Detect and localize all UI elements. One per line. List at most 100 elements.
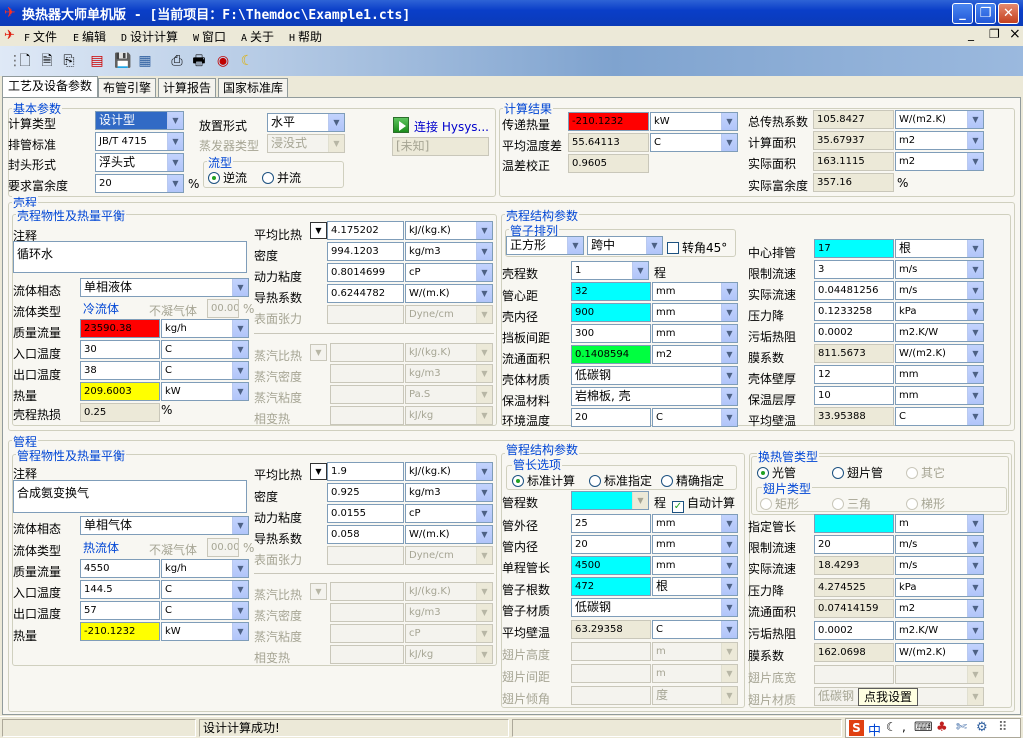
finned-tube-radio[interactable]: 翅片管 — [832, 464, 883, 481]
menu-help[interactable]: H 帮助 — [289, 28, 322, 44]
calc-type-select[interactable]: 设计型 ▼ — [95, 111, 184, 130]
cp-calc-dropdown-icon[interactable]: ▼ — [310, 222, 327, 239]
lmtd-unit[interactable]: C ▼ — [650, 133, 738, 152]
shell-mass-value[interactable]: 23590.38 — [80, 319, 160, 338]
tube-rho-value[interactable]: 0.925 — [327, 483, 404, 502]
tube-k-unit[interactable]: W/(m.K) ▼ — [405, 525, 493, 544]
baffle-spacing-value[interactable]: 300 — [571, 324, 651, 343]
counter-flow-radio[interactable]: 逆流 — [208, 169, 247, 186]
auto-calc-checkbox[interactable]: ✓ 自动计算 — [672, 494, 735, 513]
tube-position-select[interactable]: 跨中 ▼ — [587, 236, 663, 255]
shell-vlimit-unit[interactable]: m/s ▼ — [895, 260, 984, 279]
ambient-temp-unit[interactable]: C ▼ — [652, 408, 738, 427]
shell-id-unit[interactable]: mm ▼ — [652, 303, 738, 322]
shell-cp-unit[interactable]: kJ/(kg.K) ▼ — [405, 221, 493, 240]
tube-note-input[interactable]: 合成氨变换气 — [13, 480, 247, 513]
shell-wall-thk-unit[interactable]: mm ▼ — [895, 365, 984, 384]
shell-phase-select[interactable]: 单相液体 ▼ — [80, 278, 249, 297]
tube-length-unit[interactable]: mm ▼ — [652, 556, 738, 575]
shell-rho-unit[interactable]: kg/m3 ▼ — [405, 242, 493, 261]
tube-tin-unit[interactable]: C ▼ — [161, 580, 249, 599]
calculator-icon[interactable]: ▦ — [136, 51, 154, 71]
shell-fouling-value[interactable]: 0.0002 — [814, 323, 894, 342]
overall-u-unit[interactable]: W/(m2.K) ▼ — [895, 110, 984, 129]
tab-tube-layout[interactable]: 布管引擎 — [98, 78, 156, 98]
shell-wall-temp-unit[interactable]: C ▼ — [895, 407, 984, 426]
tube-cp-value[interactable]: 1.9 — [327, 462, 404, 481]
rotate45-checkbox[interactable]: 转角45° — [667, 239, 727, 256]
tube-pattern-select[interactable]: 正方形 ▼ — [506, 236, 584, 255]
menu-about[interactable]: A 关于 — [241, 28, 274, 44]
shell-mu-unit[interactable]: cP ▼ — [405, 263, 493, 282]
shell-flow-area-unit[interactable]: m2 ▼ — [652, 345, 738, 364]
tube-od-value[interactable]: 25 — [571, 514, 651, 533]
tube-film-coef-unit[interactable]: W/(m2.K) ▼ — [895, 643, 984, 662]
shell-vlimit-value[interactable]: 3 — [814, 260, 894, 279]
ime-tools-icon[interactable]: ✄ — [956, 720, 967, 735]
shell-k-unit[interactable]: W/(m.K) ▼ — [405, 284, 493, 303]
shell-fouling-unit[interactable]: m2.K/W ▼ — [895, 323, 984, 342]
shell-cp-value[interactable]: 4.175202 — [327, 221, 404, 240]
menu-edit[interactable]: E 编辑 — [73, 28, 106, 44]
close-button[interactable]: ✕ — [998, 3, 1019, 24]
preview-icon[interactable]: ⎙ — [168, 51, 186, 71]
tab-national-standard[interactable]: 国家标准库 — [218, 78, 288, 98]
pitch-unit[interactable]: mm ▼ — [652, 282, 738, 301]
ambient-temp-value[interactable]: 20 — [571, 408, 651, 427]
insulation-thk-unit[interactable]: mm ▼ — [895, 386, 984, 405]
shell-wall-thk-value[interactable]: 12 — [814, 365, 894, 384]
margin-select[interactable]: 20 ▼ — [95, 174, 184, 193]
smooth-tube-radio[interactable]: 光管 — [757, 464, 796, 481]
tube-flow-area-unit[interactable]: m2 ▼ — [895, 599, 984, 618]
shell-note-input[interactable]: 循环水 — [13, 241, 247, 273]
tube-vlimit-value[interactable]: 20 — [814, 535, 894, 554]
tab-process-equipment[interactable]: 工艺及设备参数 — [2, 76, 98, 98]
tube-tout-value[interactable]: 57 — [80, 601, 160, 620]
new-file-icon[interactable]: 🗋 — [16, 51, 34, 71]
hysys-link[interactable]: 连接 Hysys... — [414, 118, 489, 135]
tube-tin-value[interactable]: 144.5 — [80, 580, 160, 599]
mdi-restore-button[interactable]: ❐ — [989, 27, 1000, 41]
ime-user-icon[interactable]: ♣ — [936, 720, 948, 735]
ime-keyboard-icon[interactable]: ⌨ — [914, 720, 933, 735]
maximize-button[interactable]: ❐ — [975, 3, 996, 24]
length-std-set-radio[interactable]: 标准指定 — [589, 472, 652, 489]
menu-file[interactable]: F 文件 — [24, 28, 57, 44]
shell-tout-value[interactable]: 38 — [80, 361, 160, 380]
tube-od-unit[interactable]: mm ▼ — [652, 514, 738, 533]
print-icon[interactable]: 🖶 — [190, 51, 208, 71]
shell-mass-unit[interactable]: kg/h ▼ — [161, 319, 249, 338]
tube-heat-unit[interactable]: kW ▼ — [161, 622, 249, 641]
ime-moon-icon[interactable]: ☾ — [886, 720, 897, 734]
parallel-flow-radio[interactable]: 并流 — [262, 169, 301, 186]
moon-icon[interactable]: ☾ — [238, 51, 256, 71]
new-project-icon[interactable]: 🗎 — [38, 51, 56, 71]
shell-velocity-unit[interactable]: m/s ▼ — [895, 281, 984, 300]
tube-id-value[interactable]: 20 — [571, 535, 651, 554]
insulation-thk-value[interactable]: 10 — [814, 386, 894, 405]
ime-logo-icon[interactable]: S — [849, 720, 864, 736]
shell-heat-unit[interactable]: kW ▼ — [161, 382, 249, 401]
shell-k-value[interactable]: 0.6244782 — [327, 284, 404, 303]
tube-wall-temp-unit[interactable]: C ▼ — [652, 620, 738, 639]
length-std-calc-radio[interactable]: 标准计算 — [512, 472, 575, 489]
app-menu-icon[interactable]: ✈ — [4, 28, 15, 43]
mdi-minimize-button[interactable]: _ — [968, 27, 974, 41]
tube-mass-value[interactable]: 4550 — [80, 559, 160, 578]
tube-k-value[interactable]: 0.058 — [327, 525, 404, 544]
calc-area-unit[interactable]: m2 ▼ — [895, 131, 984, 150]
placement-select[interactable]: 水平 ▼ — [267, 113, 345, 132]
ime-grip-icon[interactable]: ⠿ — [998, 720, 1008, 735]
shell-tout-unit[interactable]: C ▼ — [161, 361, 249, 380]
tube-mu-unit[interactable]: cP ▼ — [405, 504, 493, 523]
tab-report[interactable]: 计算报告 — [158, 78, 216, 98]
mdi-close-button[interactable]: × — [1009, 26, 1021, 42]
ime-settings-icon[interactable]: ⚙ — [976, 720, 988, 735]
tube-id-unit[interactable]: mm ▼ — [652, 535, 738, 554]
shell-film-coef-unit[interactable]: W/(m2.K) ▼ — [895, 344, 984, 363]
open-folder-icon[interactable]: ▤ — [88, 51, 106, 71]
tube-dp-unit[interactable]: kPa ▼ — [895, 578, 984, 597]
shell-rho-value[interactable]: 994.1203 — [327, 242, 404, 261]
ime-punct-icon[interactable]: , — [902, 720, 906, 734]
length-exact-radio[interactable]: 精确指定 — [661, 472, 724, 489]
